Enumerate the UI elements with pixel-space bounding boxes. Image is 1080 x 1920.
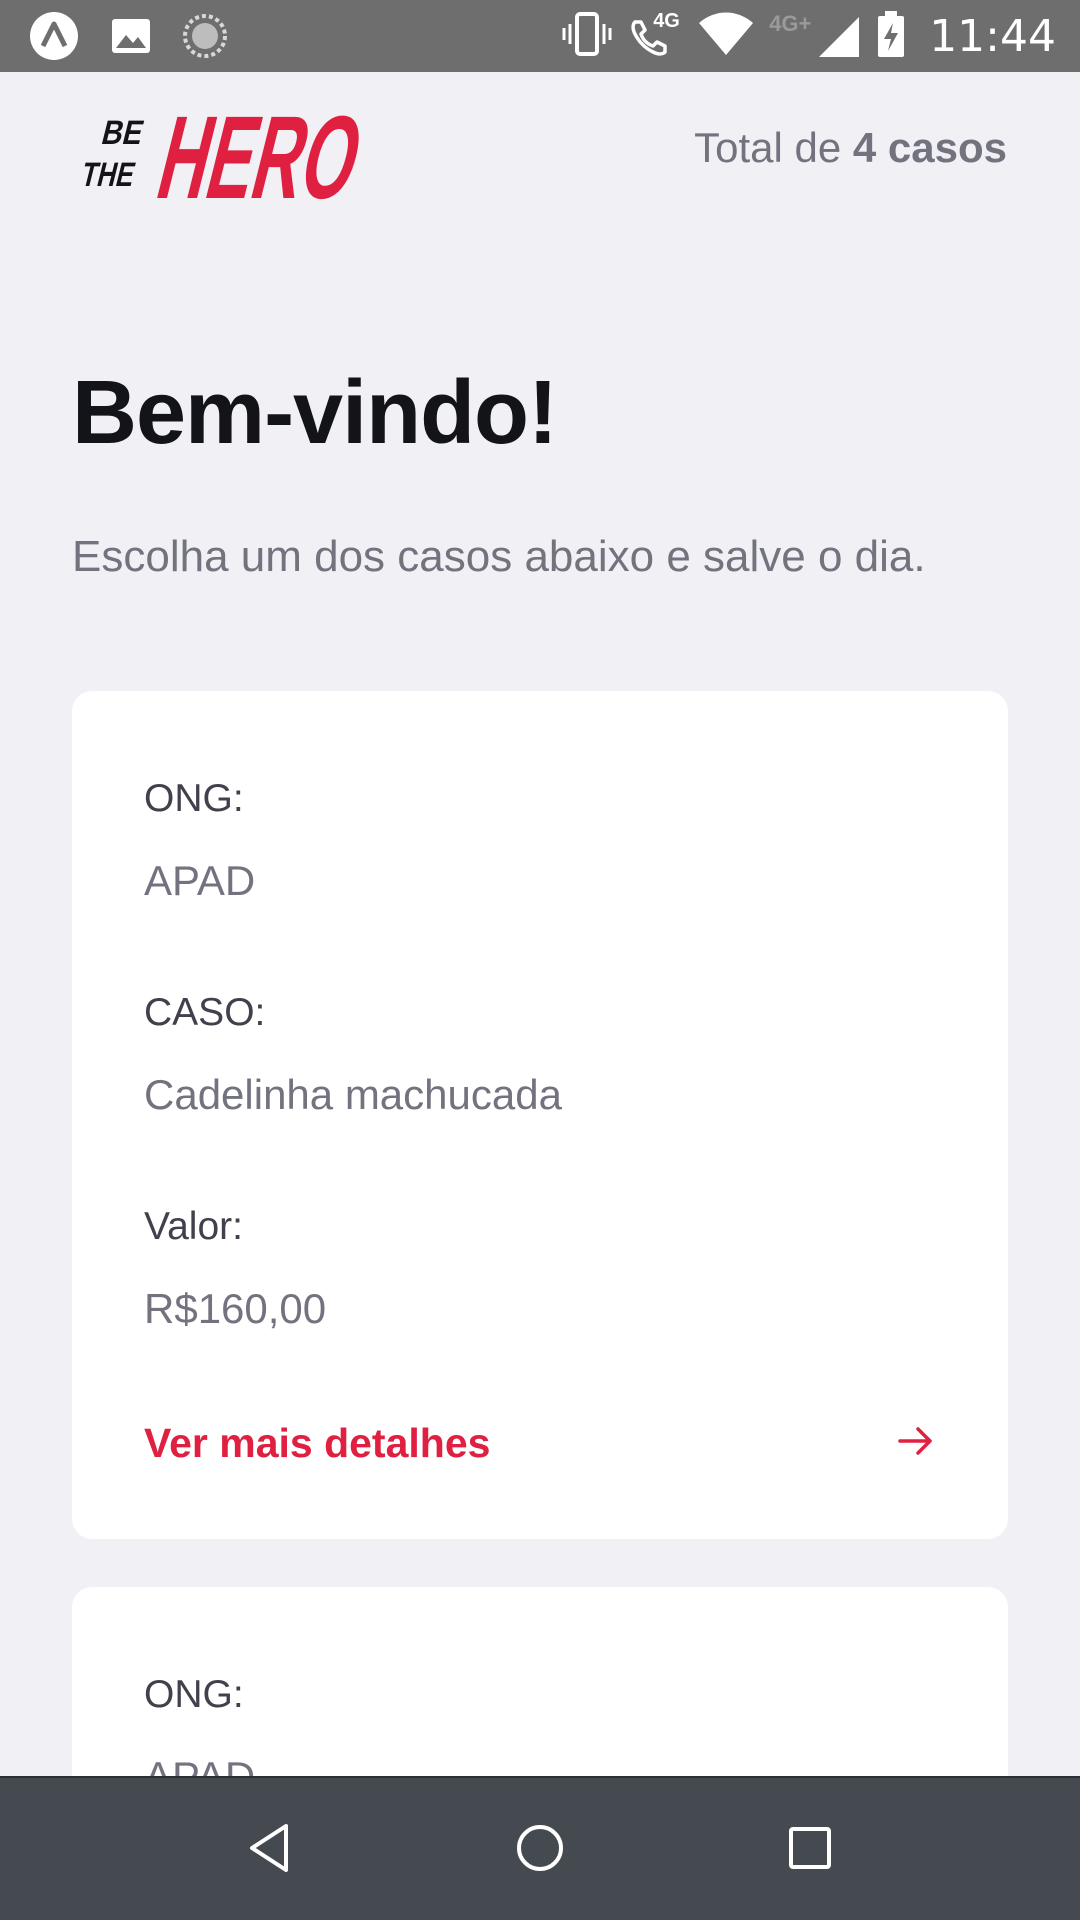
incident-card: ONG: APAD CASO: Cadelinha machucada Valo… <box>72 691 1008 1539</box>
back-icon <box>246 1822 294 1879</box>
be-the-hero-logo: BE THE HERO <box>70 88 375 224</box>
total-count: 4 casos <box>852 124 1007 171</box>
ong-value: APAD <box>144 857 256 904</box>
network-4g-plus-label: 4G+ <box>769 11 812 36</box>
arrow-right-icon <box>896 1421 936 1466</box>
wifi-calling-icon: 4G <box>627 10 683 60</box>
vibrate-icon <box>561 10 613 63</box>
battery-charging-icon <box>875 9 907 64</box>
home-icon <box>514 1822 566 1879</box>
clock: 11:44 <box>929 10 1056 62</box>
total-cases-text: Total de 4 casos <box>694 124 1007 172</box>
navigation-bar <box>0 1776 1080 1920</box>
see-details-button[interactable]: Ver mais detalhes <box>144 1413 936 1473</box>
system-icons: 4G 4G+ 11:44 <box>561 8 1056 64</box>
main-content: BE THE HERO Total de 4 casos Bem-vindo! … <box>0 72 1080 1776</box>
back-button[interactable] <box>238 1818 302 1882</box>
wifi-icon <box>697 11 755 62</box>
sync-notification-icon <box>182 13 228 64</box>
status-bar: 4G 4G+ 11:44 <box>0 0 1080 72</box>
see-details-label: Ver mais detalhes <box>144 1419 491 1466</box>
recents-icon <box>787 1825 833 1876</box>
value-amount: R$160,00 <box>144 1285 327 1332</box>
ong-value: APAD <box>144 1753 255 1776</box>
svg-text:THE: THE <box>78 156 139 193</box>
recents-button[interactable] <box>778 1818 842 1882</box>
app-notification-icon <box>28 10 80 67</box>
notification-icons <box>28 10 228 67</box>
home-button[interactable] <box>508 1818 572 1882</box>
case-value: Cadelinha machucada <box>144 1071 562 1118</box>
signal-icon: 4G+ <box>769 11 861 61</box>
svg-text:HERO: HERO <box>146 93 360 220</box>
value-label: Valor: <box>144 1205 243 1248</box>
total-prefix: Total de <box>694 124 842 171</box>
page-title: Bem-vindo! <box>72 363 558 463</box>
ong-label: ONG: <box>144 1673 244 1716</box>
network-4g-label: 4G <box>653 10 680 32</box>
image-notification-icon <box>110 15 152 62</box>
case-label: CASO: <box>144 991 266 1034</box>
incident-card: ONG: APAD <box>72 1587 1008 1776</box>
page-description: Escolha um dos casos abaixo e salve o di… <box>72 532 926 581</box>
ong-label: ONG: <box>144 777 244 820</box>
svg-text:BE: BE <box>98 114 147 151</box>
